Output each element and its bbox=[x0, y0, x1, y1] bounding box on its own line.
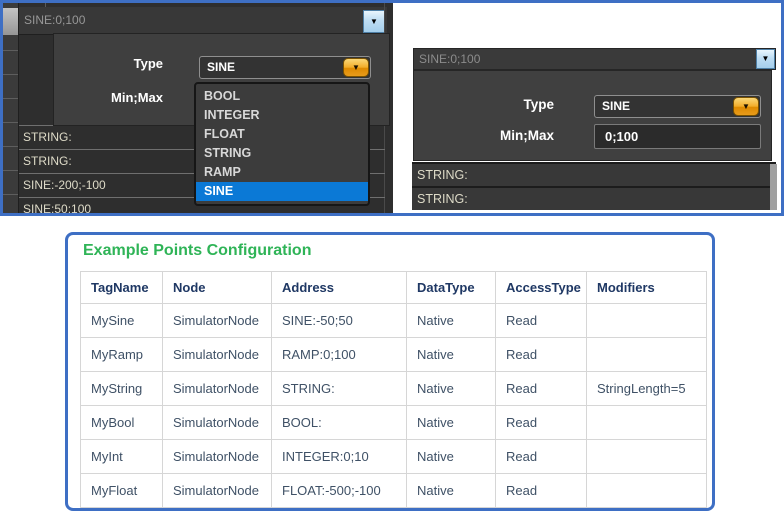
dropdown-option-ramp[interactable]: RAMP bbox=[196, 163, 368, 182]
chevron-down-icon: ▼ bbox=[352, 57, 360, 78]
table-cell: RAMP:0;100 bbox=[272, 338, 407, 372]
column-header-modifiers: Modifiers bbox=[587, 272, 707, 304]
column-header-node: Node bbox=[163, 272, 272, 304]
table-cell: MyBool bbox=[81, 406, 163, 440]
table-cell: Read bbox=[496, 338, 587, 372]
table-cell bbox=[587, 474, 707, 508]
column-header-address: Address bbox=[272, 272, 407, 304]
column-header-accesstype: AccessType bbox=[496, 272, 587, 304]
table-row: MyStringSimulatorNodeSTRING:NativeReadSt… bbox=[81, 372, 707, 406]
table-row: MySineSimulatorNodeSINE:-50;50NativeRead bbox=[81, 304, 707, 338]
table-cell: StringLength=5 bbox=[587, 372, 707, 406]
table-row: MyIntSimulatorNodeINTEGER:0;10NativeRead bbox=[81, 440, 707, 474]
address-cell-dropdown-closed-right[interactable]: SINE:0;100 ▼ bbox=[413, 48, 776, 70]
right-grid-rows: STRING:STRING: bbox=[412, 162, 776, 210]
example-points-box: Example Points Configuration TagNameNode… bbox=[65, 232, 715, 511]
minmax-label: Min;Max bbox=[54, 90, 163, 105]
chevron-down-icon: ▼ bbox=[762, 49, 770, 69]
table-cell: INTEGER:0;10 bbox=[272, 440, 407, 474]
grid-row-header-column bbox=[3, 3, 19, 213]
type-combo[interactable]: SINE ▼ bbox=[594, 95, 761, 118]
address-editor-popup-right: Type SINE ▼ Min;Max 0;100 bbox=[413, 70, 772, 161]
table-cell bbox=[587, 304, 707, 338]
type-combo-dropdown-button[interactable]: ▼ bbox=[343, 58, 369, 77]
table-cell bbox=[587, 338, 707, 372]
table-cell: SINE:-50;50 bbox=[272, 304, 407, 338]
minmax-input[interactable]: 0;100 bbox=[594, 124, 761, 149]
address-cell-value: SINE:0;100 bbox=[419, 52, 480, 66]
table-header-row: TagNameNodeAddressDataTypeAccessTypeModi… bbox=[81, 272, 707, 304]
table-row: MyRampSimulatorNodeRAMP:0;100NativeRead bbox=[81, 338, 707, 372]
chevron-down-icon: ▼ bbox=[742, 96, 750, 117]
type-combo-value: SINE bbox=[602, 99, 630, 113]
type-label: Type bbox=[414, 97, 554, 112]
table-cell: STRING: bbox=[272, 372, 407, 406]
points-configuration-table: TagNameNodeAddressDataTypeAccessTypeModi… bbox=[80, 271, 707, 508]
address-dropdown-button[interactable]: ▼ bbox=[363, 10, 385, 33]
address-dropdown-button[interactable]: ▼ bbox=[756, 49, 775, 69]
table-cell: SimulatorNode bbox=[163, 474, 272, 508]
table-cell: MySine bbox=[81, 304, 163, 338]
table-cell: Native bbox=[407, 372, 496, 406]
table-cell: Native bbox=[407, 440, 496, 474]
table-cell: Read bbox=[496, 304, 587, 338]
chevron-down-icon: ▼ bbox=[370, 8, 378, 35]
table-body: MySineSimulatorNodeSINE:-50;50NativeRead… bbox=[81, 304, 707, 508]
section-title: Example Points Configuration bbox=[83, 242, 311, 260]
dropdown-option-float[interactable]: FLOAT bbox=[196, 125, 368, 144]
table-cell: Native bbox=[407, 338, 496, 372]
type-dropdown-list: BOOLINTEGERFLOATSTRINGRAMPSINE bbox=[194, 82, 370, 206]
type-combo[interactable]: SINE ▼ bbox=[199, 56, 371, 79]
dropdown-option-sine[interactable]: SINE bbox=[196, 182, 368, 201]
table-cell: SimulatorNode bbox=[163, 338, 272, 372]
table-cell: Native bbox=[407, 474, 496, 508]
table-cell: Native bbox=[407, 406, 496, 440]
type-label: Type bbox=[54, 56, 163, 71]
dropdown-option-bool[interactable]: BOOL bbox=[196, 87, 368, 106]
address-cell-value: SINE:0;100 bbox=[24, 13, 85, 27]
grid-row[interactable]: STRING: bbox=[412, 186, 776, 210]
table-cell: BOOL: bbox=[272, 406, 407, 440]
top-screenshots-frame: SINE:0;100 ▼ STRING:STRING:SINE:-200;-10… bbox=[0, 0, 784, 216]
left-simulator-grid: SINE:0;100 ▼ STRING:STRING:SINE:-200;-10… bbox=[3, 3, 393, 213]
table-cell: MyRamp bbox=[81, 338, 163, 372]
column-header-datatype: DataType bbox=[407, 272, 496, 304]
selected-row-indicator bbox=[3, 8, 18, 35]
table-cell: Native bbox=[407, 304, 496, 338]
grid-row[interactable]: STRING: bbox=[412, 162, 776, 186]
table-cell: SimulatorNode bbox=[163, 304, 272, 338]
table-cell bbox=[587, 440, 707, 474]
table-cell: SimulatorNode bbox=[163, 440, 272, 474]
scrollbar-fragment bbox=[770, 164, 777, 210]
dropdown-option-string[interactable]: STRING bbox=[196, 144, 368, 163]
table-row: MyBoolSimulatorNodeBOOL:NativeRead bbox=[81, 406, 707, 440]
type-combo-dropdown-button[interactable]: ▼ bbox=[733, 97, 759, 116]
table-cell bbox=[587, 406, 707, 440]
table-row: MyFloatSimulatorNodeFLOAT:-500;-100Nativ… bbox=[81, 474, 707, 508]
table-cell: Read bbox=[496, 372, 587, 406]
table-cell: SimulatorNode bbox=[163, 372, 272, 406]
column-header-tagname: TagName bbox=[81, 272, 163, 304]
table-cell: MyFloat bbox=[81, 474, 163, 508]
minmax-label: Min;Max bbox=[414, 128, 554, 143]
table-cell: MyInt bbox=[81, 440, 163, 474]
table-cell: Read bbox=[496, 406, 587, 440]
table-cell: Read bbox=[496, 440, 587, 474]
address-cell-dropdown-closed[interactable]: SINE:0;100 ▼ bbox=[19, 7, 387, 35]
composite-screenshot: SINE:0;100 ▼ STRING:STRING:SINE:-200;-10… bbox=[0, 0, 784, 513]
table-cell: Read bbox=[496, 474, 587, 508]
dropdown-option-integer[interactable]: INTEGER bbox=[196, 106, 368, 125]
table-cell: FLOAT:-500;-100 bbox=[272, 474, 407, 508]
type-combo-value: SINE bbox=[207, 60, 235, 74]
table-cell: SimulatorNode bbox=[163, 406, 272, 440]
table-cell: MyString bbox=[81, 372, 163, 406]
